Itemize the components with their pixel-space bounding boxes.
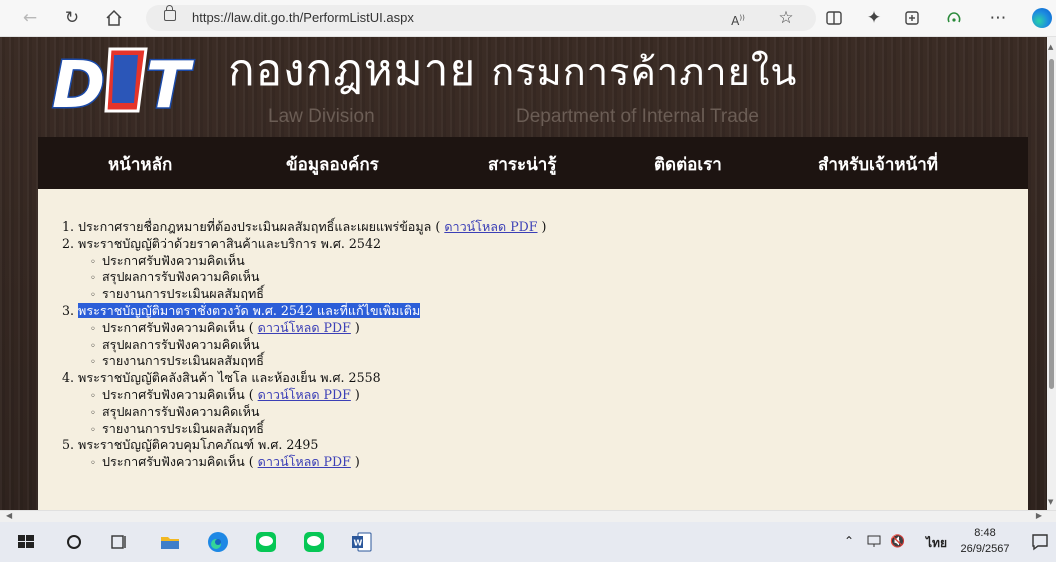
edge-copilot-icon[interactable] [1032, 8, 1052, 28]
scroll-left-icon[interactable]: ◀ [6, 511, 12, 520]
favorites-list-icon[interactable]: ✦ [862, 6, 886, 30]
site-subtitle-division: Law Division [268, 106, 375, 127]
law-subitem-title: รายงานการประเมินผลสัมฤทธิ์ [102, 353, 264, 369]
line-app-2-icon[interactable] [302, 530, 326, 554]
content-panel: 1. ประกาศรายชื่อกฎหมายที่ต้องประเมินผลสั… [38, 189, 1028, 510]
network-icon[interactable] [866, 534, 882, 551]
word-app-icon[interactable]: W [350, 530, 374, 554]
nav-knowledge[interactable]: สาระน่ารู้ [488, 151, 556, 178]
download-pdf-link[interactable]: ดาวน์โหลด PDF [258, 320, 351, 335]
lock-icon[interactable] [164, 5, 176, 21]
law-subitem: ◦ รายงานการประเมินผลสัมฤทธิ์ [62, 286, 546, 303]
law-subitem-title: ประกาศรับฟังความคิดเห็น [102, 319, 245, 335]
law-item: 4. พระราชบัญญัติคลังสินค้า ไซโล และห้องเ… [62, 370, 546, 387]
law-item-number: 1. [62, 219, 75, 234]
law-item: 2. พระราชบัญญัติว่าด้วยราคาสินค้าและบริก… [62, 236, 546, 253]
law-subitem-title: สรุปผลการรับฟังความคิดเห็น [102, 336, 260, 352]
task-view-icon[interactable] [106, 530, 130, 554]
download-pdf-link[interactable]: ดาวน์โหลด PDF [444, 219, 537, 234]
site-title-department: กรมการค้าภายใน [491, 50, 798, 94]
system-clock[interactable]: 8:48 26/9/2567 [956, 525, 1014, 557]
scroll-right-icon[interactable]: ▶ [1036, 511, 1042, 520]
dit-logo-icon[interactable]: D T [50, 41, 206, 119]
chevron-up-icon[interactable]: ⌃ [844, 534, 854, 548]
law-subitem-title: ประกาศรับฟังความคิดเห็น [102, 386, 245, 402]
law-subitem-title: สรุปผลการรับฟังความคิดเห็น [102, 269, 260, 285]
law-item-title: พระราชบัญญัติคลังสินค้า ไซโล และห้องเย็น… [78, 370, 381, 386]
law-item-number: 2. [62, 235, 75, 251]
law-subitem-title: ประกาศรับฟังความคิดเห็น [102, 252, 245, 268]
refresh-icon[interactable]: ↻ [60, 6, 84, 30]
scroll-up-icon[interactable]: ▲ [1048, 43, 1053, 51]
law-subitem: ◦ สรุปผลการรับฟังความคิดเห็น [62, 269, 546, 286]
law-subitem: ◦ ประกาศรับฟังความคิดเห็น [62, 253, 546, 270]
more-icon[interactable]: ⋯ [986, 6, 1010, 30]
nav-home[interactable]: หน้าหลัก [108, 151, 172, 178]
law-subitem-title: สรุปผลการรับฟังความคิดเห็น [102, 403, 260, 419]
law-subitem-title: รายงานการประเมินผลสัมฤทธิ์ [102, 420, 264, 436]
clock-time: 8:48 [974, 527, 996, 539]
read-aloud-icon[interactable]: A)) [726, 6, 750, 30]
law-item-title: พระราชบัญญัติว่าด้วยราคาสินค้าและบริการ … [78, 235, 381, 251]
nav-contact[interactable]: ติดต่อเรา [654, 151, 722, 178]
site-subtitle-department: Department of Internal Trade [516, 106, 759, 127]
bullet-icon: ◦ [90, 458, 96, 470]
clock-date: 26/9/2567 [960, 543, 1010, 555]
site-title-division: กองกฎหมาย [228, 45, 477, 96]
address-bar[interactable]: https://law.dit.go.th/PerformListUI.aspx [146, 5, 816, 31]
home-icon[interactable] [102, 6, 126, 30]
search-icon[interactable] [62, 530, 86, 554]
svg-text:T: T [146, 49, 194, 119]
windows-taskbar: W ⌃ 🔇 ไทย 8:48 26/9/2567 [0, 522, 1056, 562]
favorite-star-icon[interactable]: ☆ [774, 6, 798, 30]
law-item: 1. ประกาศรายชื่อกฎหมายที่ต้องประเมินผลสั… [62, 219, 547, 234]
download-pdf-link[interactable]: ดาวน์โหลด PDF [258, 387, 351, 402]
law-subitem: ◦ ประกาศรับฟังความคิดเห็น ( ดาวน์โหลด PDF… [62, 454, 546, 471]
download-pdf-link[interactable]: ดาวน์โหลด PDF [258, 454, 351, 469]
file-explorer-icon[interactable] [158, 530, 182, 554]
law-subitem: ◦ ประกาศรับฟังความคิดเห็น ( ดาวน์โหลด PDF… [62, 387, 546, 404]
law-item-number: 4. [62, 370, 75, 386]
site-title-thai: กองกฎหมาย กรมการค้าภายใน [228, 37, 797, 105]
volume-muted-icon[interactable]: 🔇 [890, 534, 905, 548]
law-item-title: ประกาศรายชื่อกฎหมายที่ต้องประเมินผลสัมฤท… [78, 219, 432, 234]
main-nav: หน้าหลัก ข้อมูลองค์กร สาระน่ารู้ ติดต่อเ… [38, 137, 1028, 189]
svg-text:W: W [354, 539, 363, 548]
law-item-title: พระราชบัญญัติมาตราชั่งตวงวัด พ.ศ. 2542 แ… [78, 302, 421, 318]
law-subitem: ◦ รายงานการประเมินผลสัมฤทธิ์ [62, 421, 546, 438]
nav-about[interactable]: ข้อมูลองค์กร [286, 151, 379, 178]
law-item-title: พระราชบัญญัติควบคุมโภคภัณฑ์ พ.ศ. 2495 [78, 437, 319, 453]
scroll-down-icon[interactable]: ▼ [1048, 498, 1053, 506]
nav-staff[interactable]: สำหรับเจ้าหน้าที่ [818, 151, 938, 178]
law-item-number: 3. [62, 302, 75, 318]
law-subitem: ◦ สรุปผลการรับฟังความคิดเห็น [62, 337, 546, 354]
law-subitem-title: ประกาศรับฟังความคิดเห็น [102, 454, 245, 470]
line-app-icon[interactable] [254, 530, 278, 554]
law-subitem: ◦ รายงานการประเมินผลสัมฤทธิ์ [62, 353, 546, 370]
law-subitem: ◦ ประกาศรับฟังความคิดเห็น ( ดาวน์โหลด PDF… [62, 320, 546, 337]
edge-browser-icon[interactable] [206, 530, 230, 554]
law-subitem: ◦ สรุปผลการรับฟังความคิดเห็น [62, 404, 546, 421]
law-list: 1. ประกาศรายชื่อกฎหมายที่ต้องประเมินผลสั… [62, 219, 546, 471]
start-windows-icon[interactable] [14, 530, 38, 554]
law-item-number: 5. [62, 437, 75, 453]
browser-toolbar: ← ↻ https://law.dit.go.th/PerformListUI.… [0, 0, 1056, 37]
vertical-scrollbar[interactable]: ▲ ▼ [1047, 37, 1056, 510]
law-item: 3. พระราชบัญญัติมาตราชั่งตวงวัด พ.ศ. 254… [62, 302, 546, 320]
notification-icon[interactable] [1028, 530, 1052, 554]
law-subitem-title: รายงานการประเมินผลสัมฤทธิ์ [102, 286, 264, 302]
site-banner: D T กองกฎหมาย กรมการค้าภายใน Law Divisio… [38, 37, 1028, 137]
performance-icon[interactable] [942, 6, 966, 30]
collections-icon[interactable] [900, 6, 924, 30]
scrollbar-thumb[interactable] [1049, 59, 1054, 389]
svg-text:D: D [52, 49, 105, 119]
back-icon[interactable]: ← [18, 6, 42, 30]
law-item: 5. พระราชบัญญัติควบคุมโภคภัณฑ์ พ.ศ. 2495 [62, 437, 546, 454]
language-indicator[interactable]: ไทย [926, 534, 947, 553]
page-viewport: D T กองกฎหมาย กรมการค้าภายใน Law Divisio… [0, 37, 1047, 510]
url-text[interactable]: https://law.dit.go.th/PerformListUI.aspx [192, 10, 414, 25]
split-screen-icon[interactable] [822, 6, 846, 30]
